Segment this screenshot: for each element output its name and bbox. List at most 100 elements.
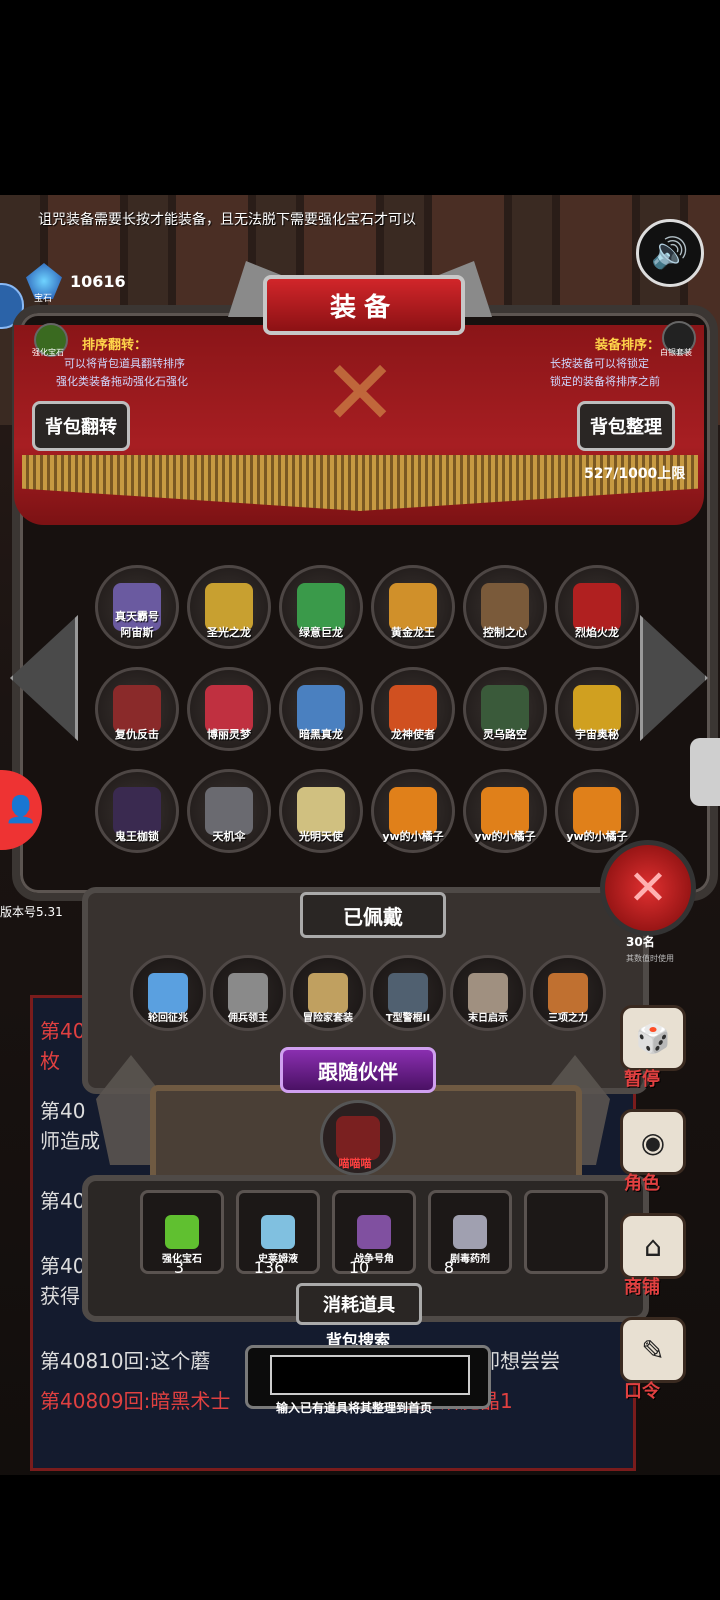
inventory-slot[interactable]: 暗黑真龙 <box>279 667 363 751</box>
item-name: 博丽灵梦 <box>207 728 251 741</box>
crossed-swords-crest-icon: ✕ <box>322 340 398 446</box>
rank-label: 30名 <box>626 935 655 949</box>
side-button-label: 商铺 <box>624 1277 660 1298</box>
companion-title: 跟随伙伴 <box>280 1047 436 1093</box>
equipped-name: 冒险家套装 <box>303 1013 353 1024</box>
inventory-slot[interactable]: 博丽灵梦 <box>187 667 271 751</box>
sort-info: 装备排序： 长按装备可以将锁定 锁定的装备将排序之前 <box>550 337 660 391</box>
log-line: 却想尝尝 <box>480 1349 560 1373</box>
log-line: 第40 <box>40 1099 86 1123</box>
item-name: 宇宙奥秘 <box>575 728 619 741</box>
inventory-slot[interactable]: 黄金龙王 <box>371 565 455 649</box>
inventory-slot[interactable]: 宇宙奥秘 <box>555 667 639 751</box>
inventory-slot[interactable]: yw的小橘子 <box>371 769 455 853</box>
log-line: 枚 <box>40 1049 60 1073</box>
consumable-count: 8 <box>443 1258 455 1277</box>
sort-info-line1: 长按装备可以将锁定 <box>550 357 649 370</box>
item-name: 控制之心 <box>483 626 527 639</box>
close-icon: ✕ <box>627 860 669 916</box>
inventory-slot[interactable]: 灵乌路空 <box>463 667 547 751</box>
sort-info-line2: 锁定的装备将排序之前 <box>550 375 660 388</box>
inventory-slot[interactable]: 鬼王枷锁 <box>95 769 179 853</box>
sound-toggle-button[interactable]: 🔊 <box>636 219 704 287</box>
equipped-slot[interactable]: 佣兵领主 <box>210 955 286 1031</box>
companion-name: 喵喵喵 <box>338 1157 372 1170</box>
tip-text: 诅咒装备需要长按才能装备，且无法脱下需要强化宝石才可以 <box>38 212 416 228</box>
item-name: yw的小橘子 <box>566 830 628 843</box>
equipped-slot[interactable]: 末日启示 <box>450 955 526 1031</box>
side-button-label: 口令 <box>624 1381 660 1402</box>
consumable-count: 10 <box>348 1258 370 1277</box>
sort-bag-button[interactable]: 背包整理 <box>577 401 675 451</box>
consumable-art-icon <box>453 1215 487 1249</box>
inventory-slot[interactable]: 控制之心 <box>463 565 547 649</box>
panel-title: 装备 <box>263 275 465 335</box>
equipped-name: 末日启示 <box>468 1013 508 1024</box>
side-button[interactable]: ✎ <box>620 1317 686 1383</box>
consumable-art-icon <box>261 1215 295 1249</box>
equipped-name: 佣兵领主 <box>228 1013 268 1024</box>
item-name: 鬼王枷锁 <box>115 830 159 843</box>
item-name: 圣光之龙 <box>207 626 251 639</box>
sort-info-heading: 装备排序： <box>594 338 660 353</box>
rank-sub-label: 其数值时使用 <box>626 954 674 963</box>
flip-info-heading: 排序翻转： <box>82 338 148 353</box>
inventory-slot[interactable]: 天机伞 <box>187 769 271 853</box>
inventory-slot[interactable]: 圣光之龙 <box>187 565 271 649</box>
item-name: 复仇反击 <box>115 728 159 741</box>
inventory-slot[interactable]: 烈焰火龙 <box>555 565 639 649</box>
consumable-slot[interactable] <box>524 1190 608 1274</box>
user-icon: 👤 <box>4 795 38 825</box>
item-name: 烈焰火龙 <box>575 626 619 639</box>
log-line: 第40809回:暗黑术士 <box>40 1389 231 1413</box>
cat-knight-icon <box>336 1116 380 1160</box>
equipped-slot[interactable]: 轮回征兆 <box>130 955 206 1031</box>
item-name: 光明天使 <box>299 830 343 843</box>
side-button-label: 角色 <box>624 1173 660 1194</box>
side-button[interactable]: ⌂ <box>620 1213 686 1279</box>
side-button-label: 暂停 <box>624 1069 660 1090</box>
inventory-slot[interactable]: 真天霸号 阿宙斯 <box>95 565 179 649</box>
code-icon: ✎ <box>641 1333 665 1367</box>
item-name: yw的小橘子 <box>382 830 444 843</box>
silver-armor-label: 白银套装 <box>660 348 692 357</box>
item-name: yw的小橘子 <box>474 830 536 843</box>
inventory-slot[interactable]: 龙神使者 <box>371 667 455 751</box>
inventory-slot[interactable]: 绿意巨龙 <box>279 565 363 649</box>
log-line: 第40 <box>40 1189 86 1213</box>
equipped-slot[interactable]: 冒险家套装 <box>290 955 366 1031</box>
side-button[interactable]: ◉ <box>620 1109 686 1175</box>
item-name: 绿意巨龙 <box>299 626 343 639</box>
equipped-slot[interactable]: T型警棍II <box>370 955 446 1031</box>
shop-icon: ⌂ <box>644 1229 662 1263</box>
inventory-slot[interactable]: yw的小橘子 <box>555 769 639 853</box>
bag-search-input[interactable] <box>270 1355 470 1395</box>
inventory-slot[interactable]: 光明天使 <box>279 769 363 853</box>
side-button[interactable]: 🎲 <box>620 1005 686 1071</box>
equipped-art-icon <box>148 973 188 1013</box>
gem-count: 10616 <box>70 271 126 291</box>
character-icon: ◉ <box>640 1125 666 1159</box>
item-name: 真天霸号 阿宙斯 <box>115 610 159 639</box>
close-button[interactable]: ✕ <box>600 840 696 936</box>
equipped-name: 三项之力 <box>548 1013 588 1024</box>
inventory-slot[interactable]: yw的小橘子 <box>463 769 547 853</box>
gem-label: 宝石 <box>34 294 53 304</box>
equipped-art-icon <box>468 973 508 1013</box>
log-line: 第40 <box>40 1254 86 1278</box>
item-name: 龙神使者 <box>391 728 435 741</box>
flip-bag-button[interactable]: 背包翻转 <box>32 401 130 451</box>
item-name: 黄金龙王 <box>391 626 435 639</box>
flip-info-line1: 可以将背包道具翻转排序 <box>64 357 185 370</box>
log-line: 第40810回:这个蘑 <box>40 1349 211 1373</box>
right-edge-handle[interactable] <box>690 738 720 806</box>
dice-icon: 🎲 <box>635 1021 671 1055</box>
consumable-art-icon <box>357 1215 391 1249</box>
inventory-slot[interactable]: 复仇反击 <box>95 667 179 751</box>
log-line: 获得 <box>40 1284 80 1308</box>
equipped-slot[interactable]: 三项之力 <box>530 955 606 1031</box>
inventory-grid: 真天霸号 阿宙斯圣光之龙 绿意巨龙 黄金龙王 控制之心 烈焰火龙复仇反击 博丽灵梦 暗黑真龙… <box>95 565 639 853</box>
consumables-title: 消耗道具 <box>296 1283 422 1325</box>
item-name: 天机伞 <box>212 830 246 843</box>
consumable-art-icon <box>165 1215 199 1249</box>
